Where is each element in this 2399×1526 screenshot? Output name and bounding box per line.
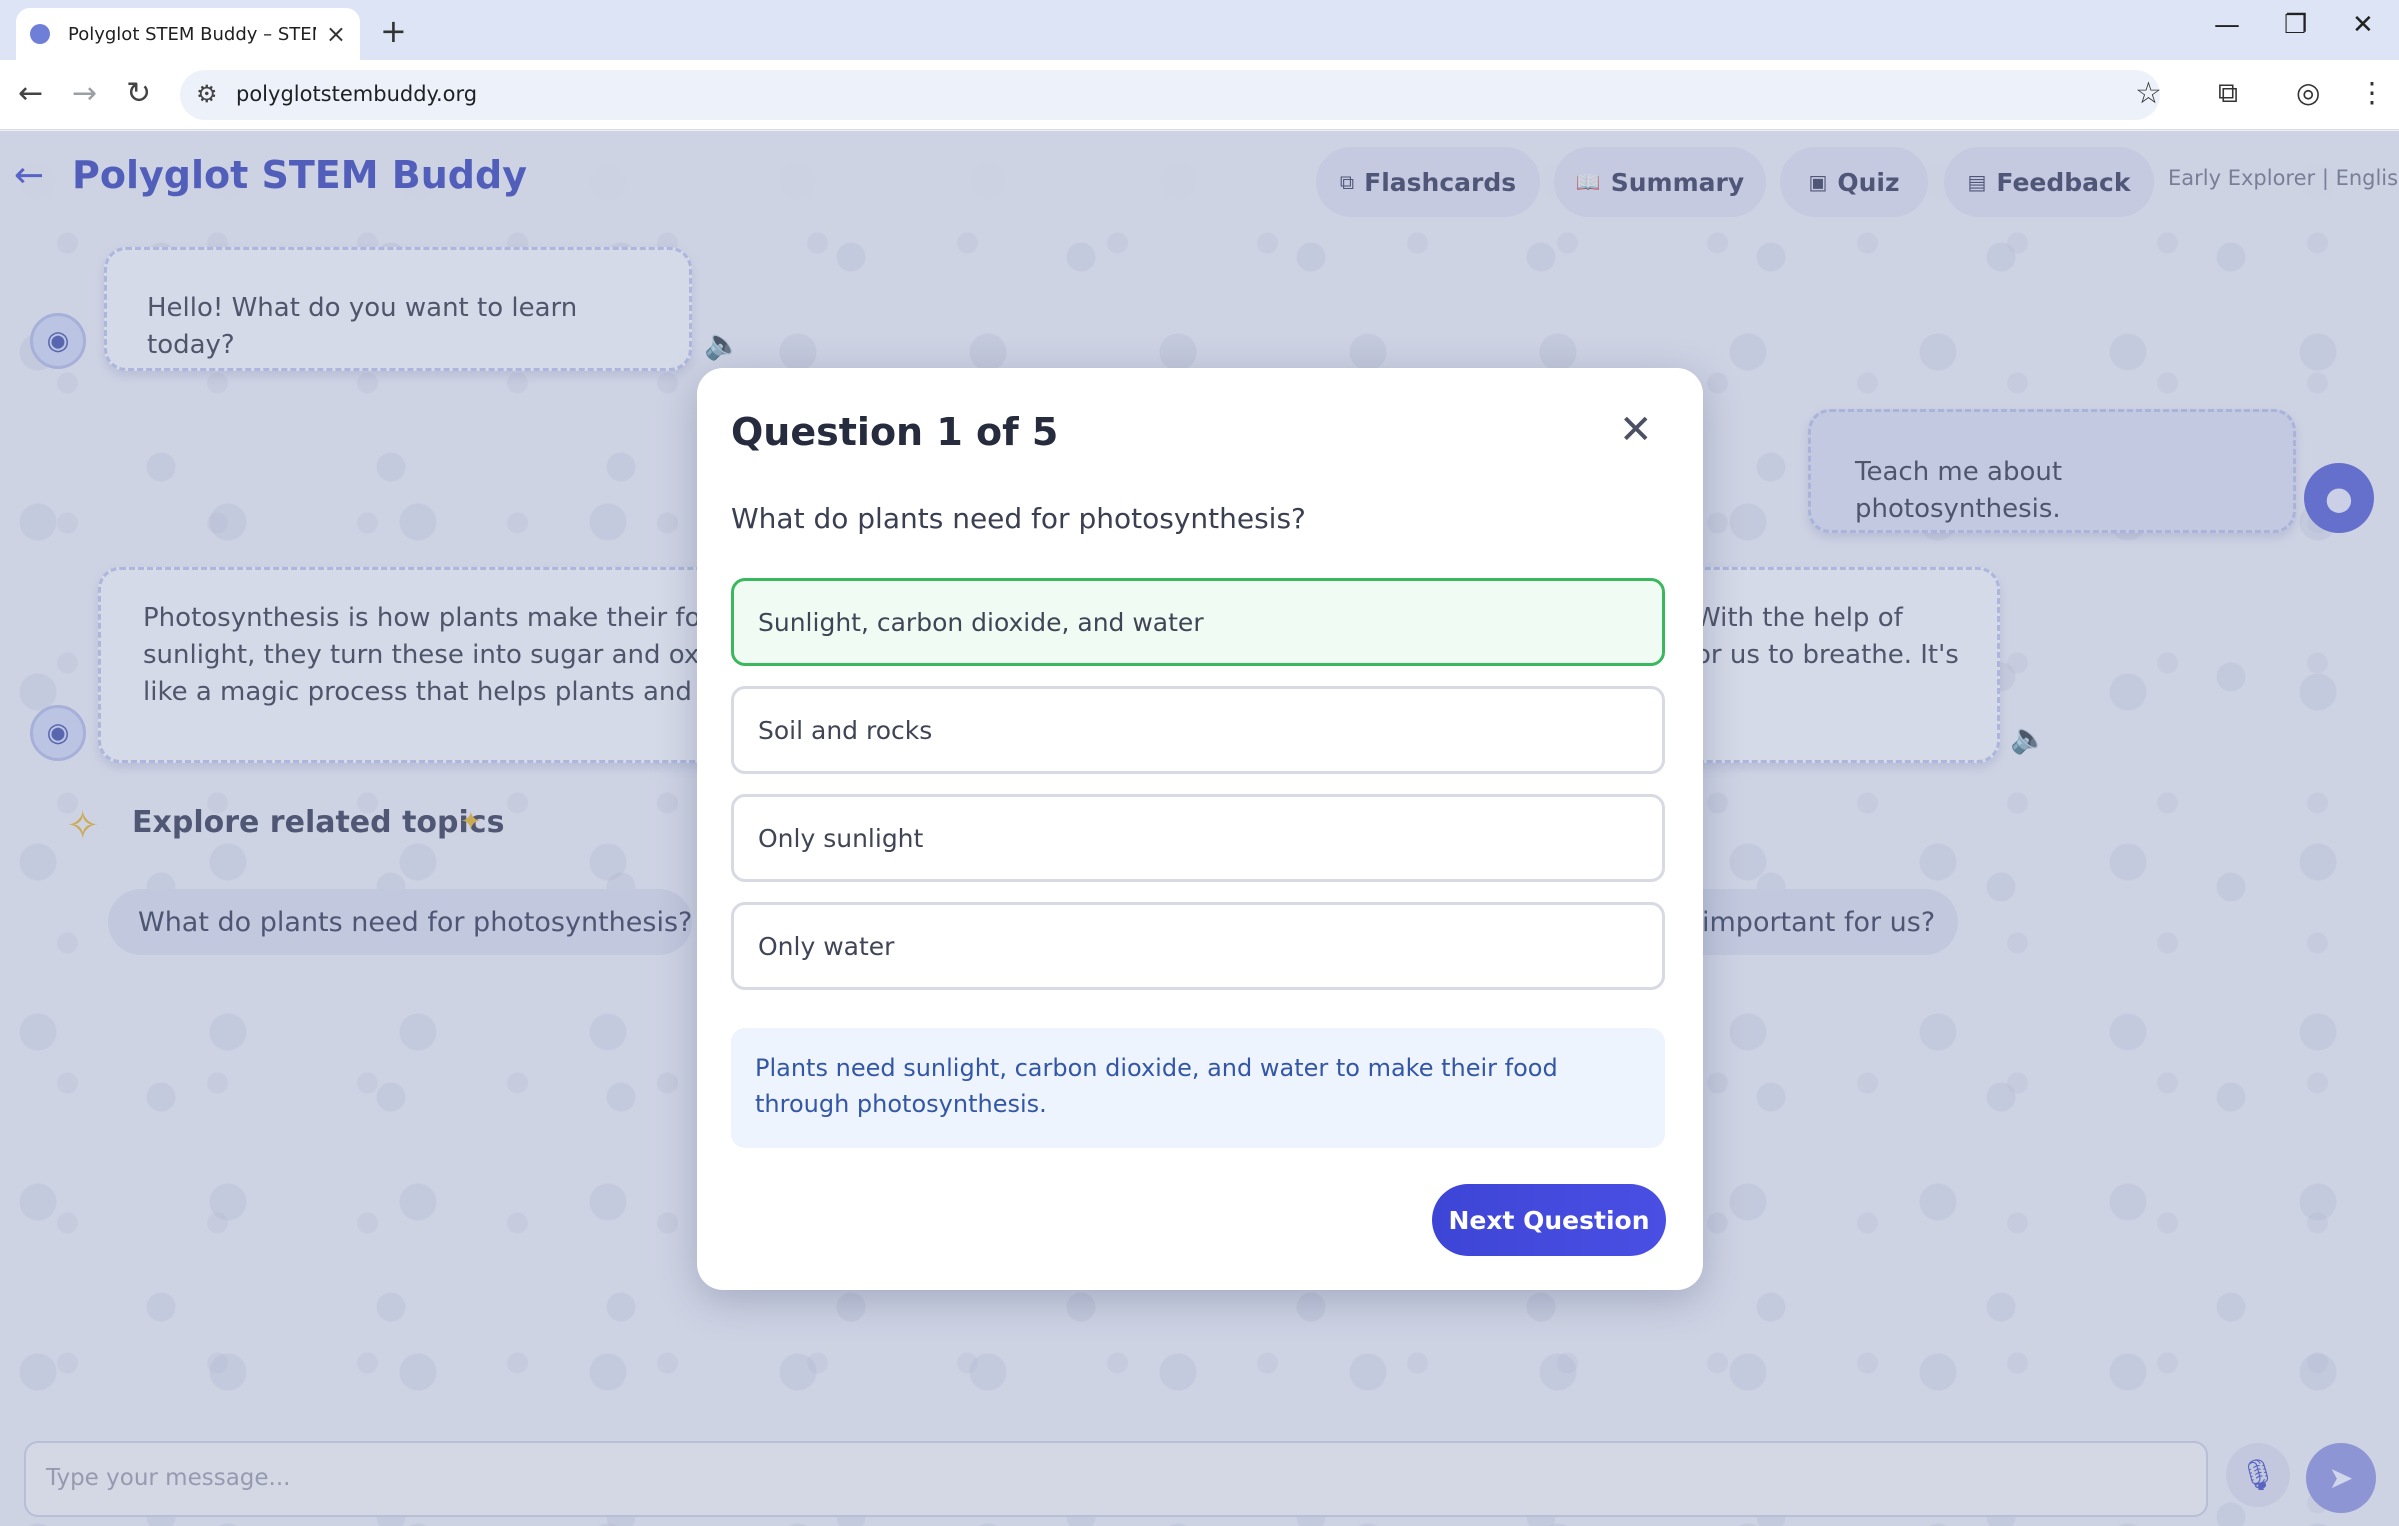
next-question-button[interactable]: Next Question	[1432, 1184, 1666, 1256]
quiz-explanation: Plants need sunlight, carbon dioxide, an…	[731, 1028, 1665, 1148]
quiz-title: Question 1 of 5	[731, 410, 1059, 454]
menu-dots-icon[interactable]: ⋮	[2358, 76, 2386, 109]
reload-icon[interactable]: ↻	[126, 76, 151, 111]
back-icon[interactable]: ←	[18, 76, 43, 111]
option-label: Sunlight, carbon dioxide, and water	[758, 607, 1204, 637]
quiz-option[interactable]: Soil and rocks	[731, 686, 1665, 774]
address-bar[interactable]: ⚙ polyglotstembuddy.org ☆	[180, 70, 2162, 120]
quiz-option[interactable]: Only water	[731, 902, 1665, 990]
quiz-modal: Question 1 of 5 ✕ What do plants need fo…	[697, 368, 1703, 1290]
option-label: Soil and rocks	[758, 715, 933, 745]
tab-title: Polyglot STEM Buddy – STEM le	[68, 23, 316, 45]
minimize-icon[interactable]: —	[2214, 10, 2240, 40]
restore-icon[interactable]: ❐	[2284, 10, 2307, 40]
quiz-option[interactable]: Only sunlight	[731, 794, 1665, 882]
favicon-icon	[30, 24, 50, 44]
quiz-option-correct[interactable]: Sunlight, carbon dioxide, and water	[731, 578, 1665, 666]
quiz-question: What do plants need for photosynthesis?	[731, 502, 1306, 535]
browser-tabstrip: Polyglot STEM Buddy – STEM le × + — ❐ ✕	[0, 0, 2399, 60]
forward-icon[interactable]: →	[72, 76, 97, 111]
bookmark-star-icon[interactable]: ☆	[2135, 76, 2162, 111]
option-label: Only sunlight	[758, 823, 924, 853]
new-tab-icon[interactable]: +	[380, 12, 407, 50]
option-label: Only water	[758, 931, 895, 961]
browser-toolbar: ← → ↻ ⚙ polyglotstembuddy.org ☆ ⧉ ◎ ⋮	[0, 60, 2399, 130]
cast-search-icon[interactable]: ⧉	[2218, 76, 2238, 110]
profile-icon[interactable]: ◎	[2296, 76, 2320, 109]
window-close-icon[interactable]: ✕	[2352, 10, 2374, 40]
browser-tab[interactable]: Polyglot STEM Buddy – STEM le ×	[16, 8, 360, 60]
url-text: polyglotstembuddy.org	[236, 82, 478, 106]
close-tab-icon[interactable]: ×	[326, 20, 346, 48]
close-icon[interactable]: ✕	[1619, 410, 1653, 450]
site-info-icon[interactable]: ⚙	[196, 80, 218, 108]
